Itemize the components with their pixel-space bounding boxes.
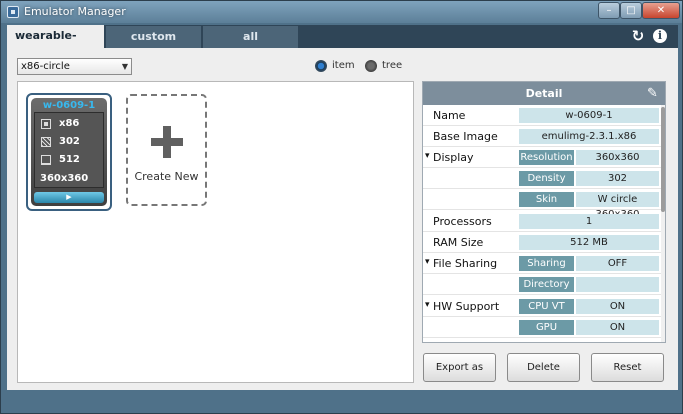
main-content: x86-circle ▼ item tree w-0609-1 x86 302 … — [7, 48, 678, 390]
detail-rows: Name w-0609-1 Base Image emulimg-2.3.1.x… — [423, 105, 661, 342]
detail-value: 1 — [519, 214, 659, 229]
detail-value: 302 — [576, 171, 659, 186]
vm-card-body: w-0609-1 x86 302 512 360x360 ▶ — [31, 98, 107, 206]
detail-value: emulimg-2.3.1.x86 — [519, 129, 659, 144]
detail-header: Detail ✎ — [423, 82, 665, 105]
create-new-label: Create New — [134, 170, 199, 183]
detail-row-base-image: Base Image emulimg-2.3.1.x86 — [423, 126, 661, 147]
detail-key: CPU VT — [519, 299, 574, 314]
tab-custom[interactable]: custom — [106, 26, 202, 48]
detail-panel: Detail ✎ Name w-0609-1 Base Image emulim… — [422, 81, 666, 343]
detail-row-processors: Processors 1 — [423, 211, 661, 232]
view-item-label: item — [332, 60, 355, 71]
vm-spec-resolution: 360x360 — [40, 173, 88, 185]
app-icon — [7, 6, 19, 18]
info-icon[interactable]: i — [653, 29, 667, 43]
create-new-button[interactable]: Create New — [126, 94, 207, 206]
minimize-button[interactable]: – — [598, 2, 620, 19]
detail-value: W circle 360x360 — [576, 192, 659, 220]
detail-value — [576, 277, 659, 292]
detail-key: GPU — [519, 320, 574, 335]
cpu-icon — [41, 119, 51, 129]
detail-row-name: Name w-0609-1 — [423, 105, 661, 126]
maximize-button[interactable]: □ — [620, 2, 642, 19]
launch-button[interactable]: ▶ — [34, 192, 104, 203]
detail-row-gpu: GPU ON — [423, 317, 661, 338]
vm-specs: x86 302 512 360x360 — [34, 112, 104, 188]
detail-row-resolution[interactable]: Display Resolution 360x360 — [423, 147, 661, 168]
refresh-icon[interactable]: ↻ — [630, 28, 646, 44]
vm-ram-value: 512 — [59, 154, 80, 165]
detail-row-density: Density 302 — [423, 168, 661, 189]
detail-scrollbar[interactable] — [661, 105, 665, 342]
vm-cpu-value: x86 — [59, 118, 80, 129]
detail-group-hw-support[interactable]: HW Support — [425, 300, 499, 313]
tab-wearable[interactable]: wearable-2.3.1 — [7, 25, 105, 64]
detail-row-sharing[interactable]: File Sharing Sharing OFF — [423, 253, 661, 274]
close-button[interactable]: ✕ — [642, 2, 680, 19]
platform-select-value: x86-circle — [21, 61, 70, 72]
scroll-thumb[interactable] — [661, 107, 665, 212]
play-icon: ▶ — [66, 193, 72, 201]
emulator-manager-window: Emulator Manager – □ ✕ wearable-2.3.1 cu… — [0, 0, 683, 414]
radio-icon — [365, 60, 377, 72]
edit-icon[interactable]: ✎ — [644, 85, 661, 102]
platform-select[interactable]: x86-circle ▼ — [17, 58, 132, 75]
view-tree-label: tree — [382, 60, 403, 71]
reset-button[interactable]: Reset — [591, 353, 664, 382]
vm-list-panel: w-0609-1 x86 302 512 360x360 ▶ Create Ne… — [17, 81, 414, 383]
chevron-down-icon: ▼ — [121, 62, 128, 71]
detail-row-cpu-vt[interactable]: HW Support CPU VT ON — [423, 296, 661, 317]
vm-density-value: 302 — [59, 136, 80, 147]
detail-group-file-sharing[interactable]: File Sharing — [425, 257, 497, 270]
detail-value: 512 MB — [519, 235, 659, 250]
detail-value: 360x360 — [576, 150, 659, 165]
display-icon — [41, 155, 51, 165]
delete-button[interactable]: Delete — [507, 353, 580, 382]
detail-value: ON — [576, 299, 659, 314]
detail-value: ON — [576, 320, 659, 335]
tab-all[interactable]: all — [203, 26, 299, 48]
vm-card[interactable]: w-0609-1 x86 302 512 360x360 ▶ — [26, 93, 112, 211]
detail-value: OFF — [576, 256, 659, 271]
ram-icon — [41, 137, 51, 147]
detail-value: w-0609-1 — [519, 108, 659, 123]
detail-key: Skin — [519, 192, 574, 207]
status-bar — [7, 390, 678, 410]
detail-key: Resolution — [519, 150, 574, 165]
export-as-button[interactable]: Export as — [423, 353, 496, 382]
detail-row-ram: RAM Size 512 MB — [423, 232, 661, 253]
detail-key: Sharing — [519, 256, 574, 271]
detail-key: Directory — [519, 277, 574, 292]
detail-label: Processors — [433, 215, 492, 228]
detail-row-skin: Skin W circle 360x360 — [423, 189, 661, 220]
vm-name: w-0609-1 — [42, 100, 96, 111]
detail-key: Density — [519, 171, 574, 186]
plus-icon — [151, 126, 183, 158]
detail-row-directory: Directory — [423, 274, 661, 295]
vm-resolution-value: 360x360 — [40, 173, 89, 184]
window-title: Emulator Manager — [24, 5, 126, 18]
tab-bar: wearable-2.3.1 custom all ↻ i — [7, 25, 678, 64]
radio-icon — [315, 60, 327, 72]
detail-group-display[interactable]: Display — [425, 151, 473, 164]
detail-label: Base Image — [433, 130, 498, 143]
title-bar[interactable]: Emulator Manager – □ ✕ — [1, 1, 682, 23]
detail-label: RAM Size — [433, 236, 484, 249]
detail-title: Detail — [525, 87, 563, 100]
detail-label: Name — [433, 109, 466, 122]
